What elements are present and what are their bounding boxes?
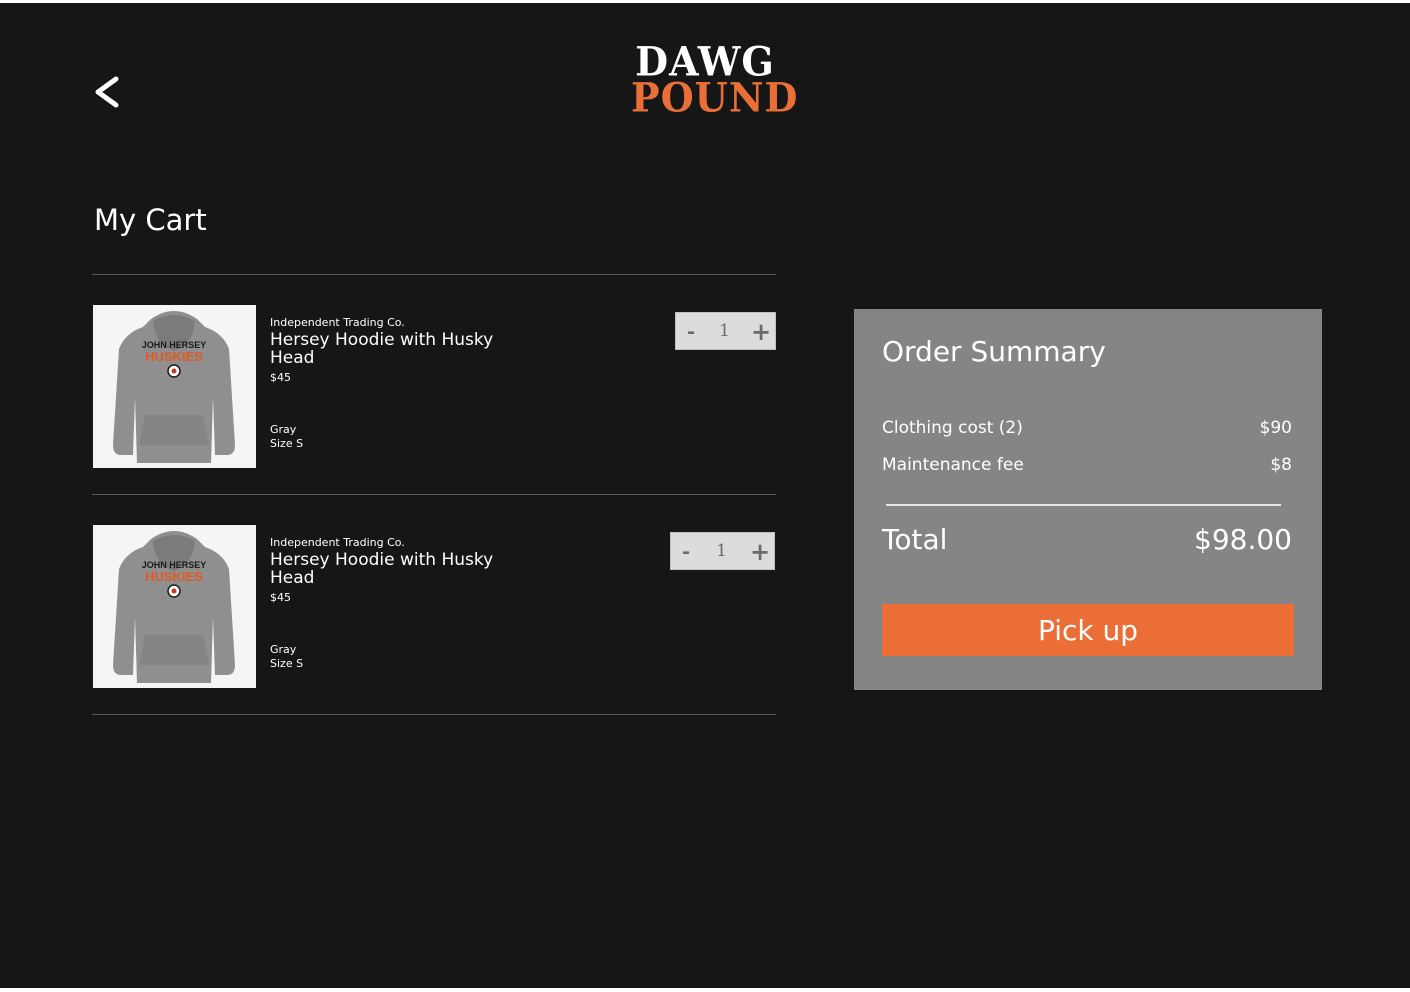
quantity-value: 1 [716,541,727,561]
quantity-stepper: - 1 + [675,312,776,350]
product-size: Size S [270,437,304,450]
product-color: Gray [270,643,297,656]
product-brand: Independent Trading Co. [270,536,405,549]
total-value: $98.00 [1194,523,1292,556]
order-summary-title: Order Summary [882,335,1106,368]
print-line-2: HUSKIES [145,349,203,364]
cart-screen: DAWG POUND My Cart JOHN HERSEY HUSKIES I… [0,3,1410,988]
print-line-2: HUSKIES [145,569,203,584]
product-size: Size S [270,657,304,670]
cart-item: JOHN HERSEY HUSKIES Independent Trading … [93,305,777,468]
clothing-cost-row: Clothing cost (2) $90 [882,418,1292,438]
decrease-quantity-button[interactable]: - [684,319,698,343]
summary-divider [886,504,1281,506]
maintenance-fee-label: Maintenance fee [882,455,1024,475]
product-name[interactable]: Hersey Hoodie with Husky Head [270,551,530,587]
logo: DAWG POUND [631,42,799,122]
product-price: $45 [270,371,291,384]
back-button[interactable] [92,73,124,111]
total-row: Total $98.00 [882,523,1292,556]
product-image[interactable]: JOHN HERSEY HUSKIES [93,525,256,688]
pick-up-button[interactable]: Pick up [882,604,1294,656]
divider [92,274,776,275]
total-label: Total [882,523,948,556]
clothing-cost-value: $90 [1259,418,1292,438]
product-color: Gray [270,423,297,436]
divider [92,494,776,495]
quantity-stepper: - 1 + [670,532,775,570]
increase-quantity-button[interactable]: + [751,317,771,346]
product-brand: Independent Trading Co. [270,316,405,329]
cart-item: JOHN HERSEY HUSKIES Independent Trading … [93,525,777,688]
divider [92,714,776,715]
clothing-cost-label: Clothing cost (2) [882,418,1023,438]
product-name[interactable]: Hersey Hoodie with Husky Head [270,331,530,367]
order-summary-panel: Order Summary Clothing cost (2) $90 Main… [854,309,1322,690]
page-title: My Cart [94,203,207,237]
product-image[interactable]: JOHN HERSEY HUSKIES [93,305,256,468]
quantity-value: 1 [719,321,730,341]
chevron-left-icon [95,76,119,108]
logo-line-2: POUND [631,73,799,122]
product-price: $45 [270,591,291,604]
maintenance-fee-value: $8 [1270,455,1292,475]
decrease-quantity-button[interactable]: - [679,539,693,563]
increase-quantity-button[interactable]: + [750,537,770,566]
maintenance-fee-row: Maintenance fee $8 [882,455,1292,475]
